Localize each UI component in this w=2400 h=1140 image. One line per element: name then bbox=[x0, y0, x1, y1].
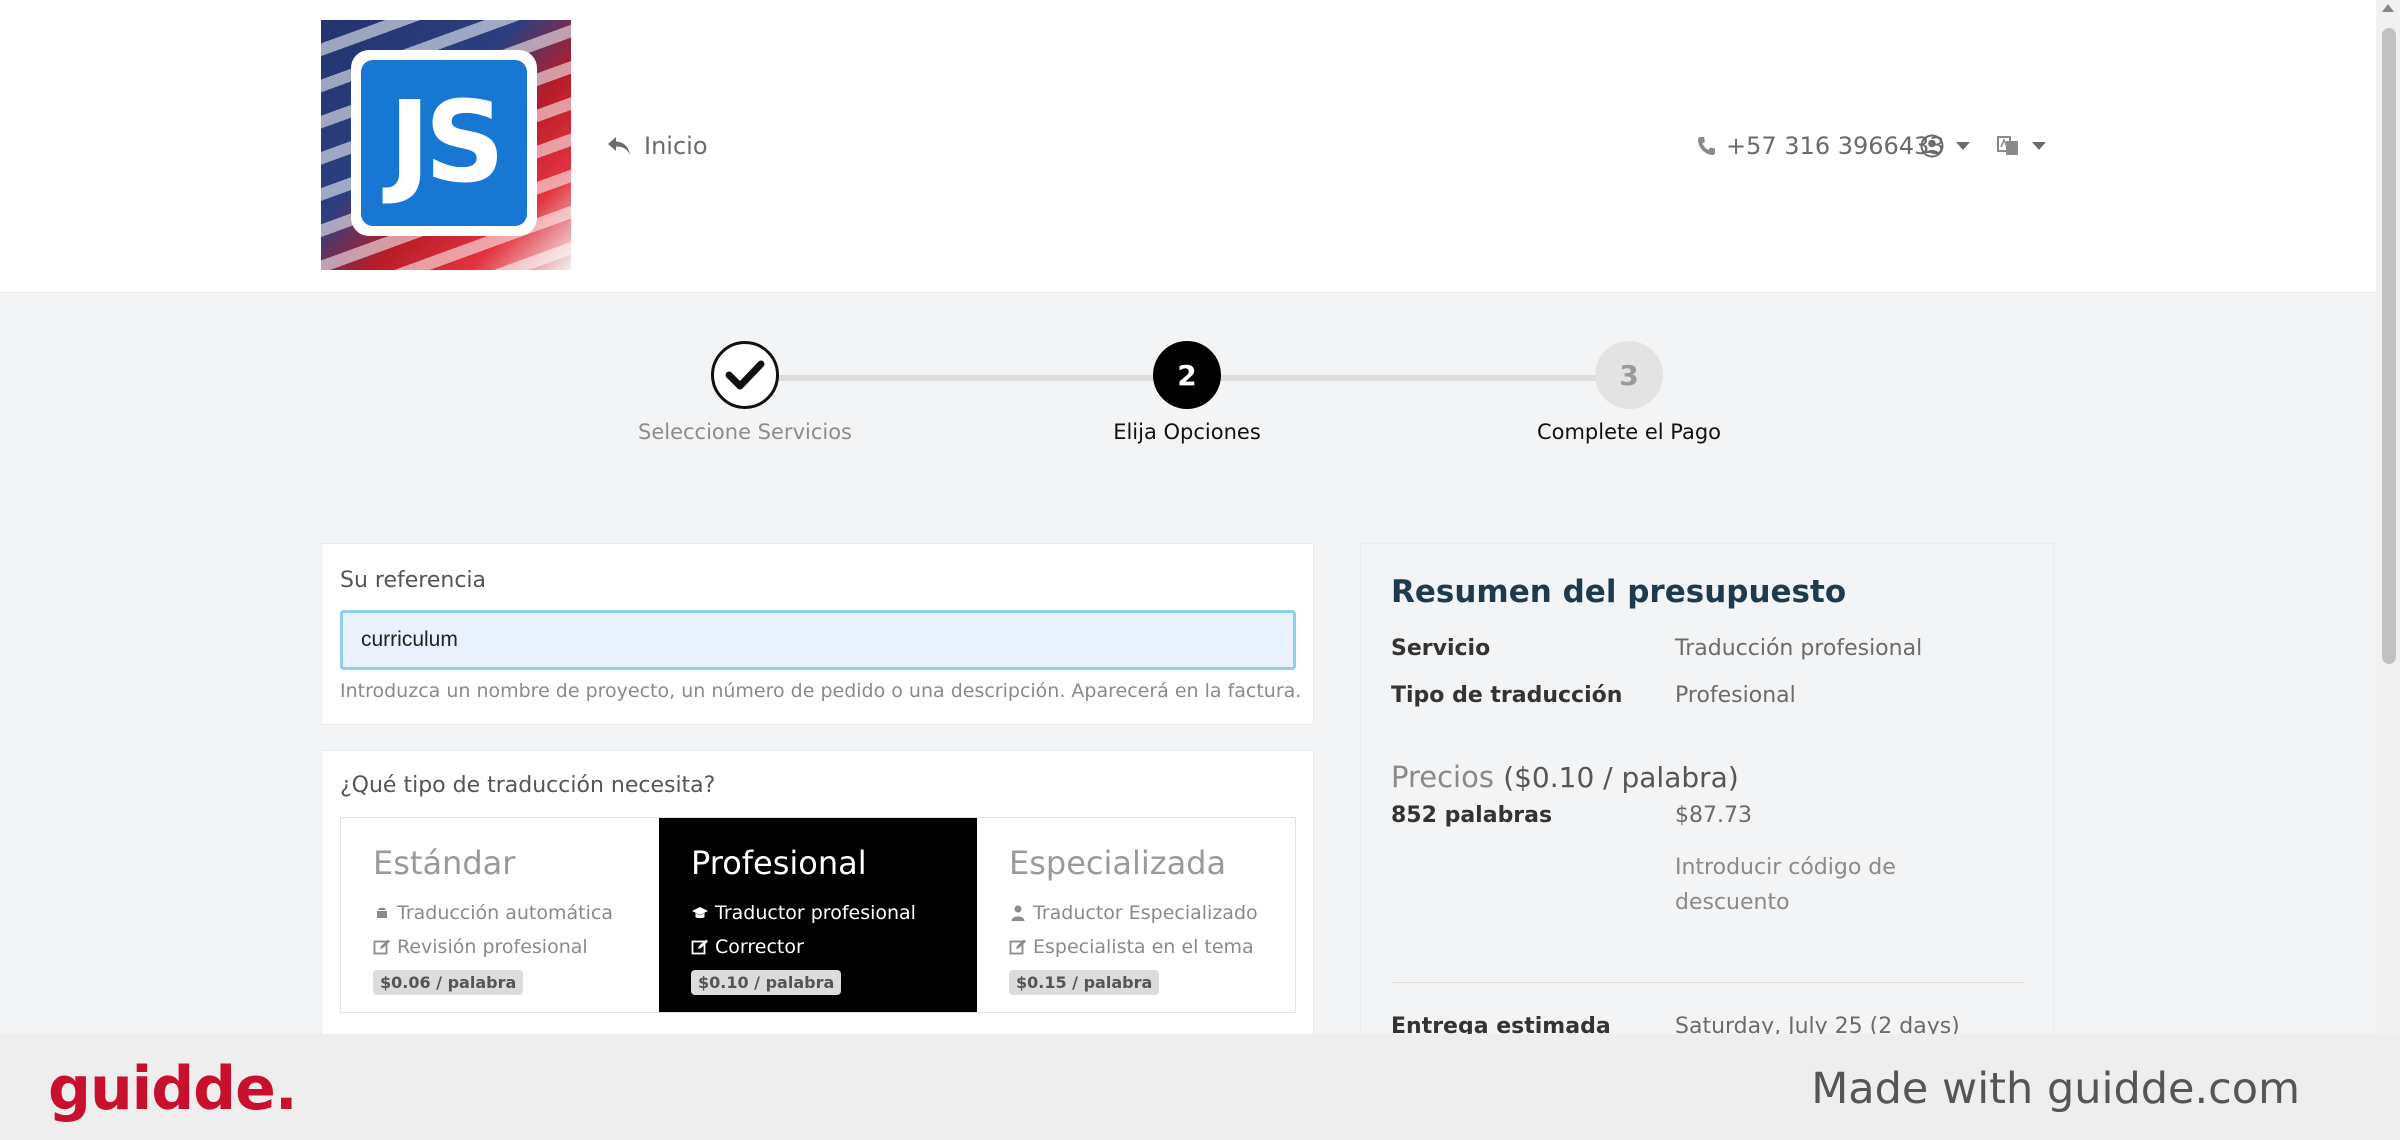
option-feature: Traductor Especializado bbox=[1009, 896, 1295, 930]
user-circle-icon bbox=[1920, 134, 1944, 158]
reference-label: Su referencia bbox=[340, 568, 487, 593]
site-header: JS Inicio +57 316 3966433 bbox=[0, 0, 2376, 293]
checkmark-icon bbox=[725, 360, 765, 390]
step-2-circle: 2 bbox=[1153, 341, 1221, 409]
translation-type-label: ¿Qué tipo de traducción necesita? bbox=[340, 773, 716, 798]
summary-value: $87.73 bbox=[1675, 803, 1752, 828]
reference-input[interactable] bbox=[340, 610, 1296, 670]
home-label: Inicio bbox=[644, 132, 708, 160]
summary-key: 852 palabras bbox=[1391, 803, 1553, 828]
price-badge: $0.06 / palabra bbox=[373, 970, 524, 995]
phone-number: +57 316 3966433 bbox=[1726, 132, 1945, 160]
prices-heading: Precios ($0.10 / palabra) bbox=[1391, 760, 1739, 794]
logo-badge: JS bbox=[351, 50, 537, 236]
edit-icon bbox=[373, 939, 390, 955]
option-feature-text: Revisión profesional bbox=[397, 936, 588, 958]
option-feature-text: Especialista en el tema bbox=[1033, 936, 1254, 958]
option-feature: Revisión profesional bbox=[373, 930, 659, 964]
language-flag-icon bbox=[1997, 136, 2018, 155]
edit-icon bbox=[691, 939, 708, 955]
translation-type-card: ¿Qué tipo de traducción necesita? Estánd… bbox=[321, 750, 1314, 1040]
option-specialized[interactable]: Especializada Traductor Especializado Es… bbox=[977, 818, 1295, 1012]
translation-options: Estándar Traducción automática Revisión … bbox=[340, 817, 1296, 1013]
option-title: Profesional bbox=[691, 844, 867, 882]
contact-phone[interactable]: +57 316 3966433 bbox=[1696, 128, 1945, 164]
company-logo[interactable]: JS bbox=[321, 20, 571, 270]
summary-value: Profesional bbox=[1675, 683, 1796, 708]
summary-key: Tipo de traducción bbox=[1391, 683, 1623, 708]
option-feature: Corrector bbox=[691, 930, 977, 964]
option-feature-text: Traductor Especializado bbox=[1033, 902, 1258, 924]
summary-divider bbox=[1391, 982, 2025, 983]
logo-text: JS bbox=[361, 60, 527, 226]
stepper-line-2 bbox=[1187, 375, 1629, 381]
option-professional[interactable]: Profesional Traductor profesional Correc… bbox=[659, 818, 977, 1012]
discount-code-link[interactable]: Introducir código de descuento bbox=[1675, 850, 1955, 920]
reference-help-text: Introduzca un nombre de proyecto, un núm… bbox=[340, 680, 1302, 702]
option-feature: Especialista en el tema bbox=[1009, 930, 1295, 964]
scrollbar-thumb[interactable] bbox=[2382, 28, 2396, 664]
summary-value: Traducción profesional bbox=[1675, 636, 1923, 661]
language-dropdown[interactable] bbox=[1996, 128, 2046, 164]
summary-key: Servicio bbox=[1391, 636, 1491, 661]
step-3-label: Complete el Pago bbox=[1536, 420, 1722, 444]
option-feature: Traducción automática bbox=[373, 896, 659, 930]
option-feature-text: Traductor profesional bbox=[715, 902, 916, 924]
step-3-circle: 3 bbox=[1595, 341, 1663, 409]
option-standard[interactable]: Estándar Traducción automática Revisión … bbox=[341, 818, 659, 1012]
quote-summary: Resumen del presupuesto Servicio Traducc… bbox=[1360, 543, 2054, 1040]
prices-label: Precios bbox=[1391, 760, 1494, 794]
chevron-down-icon bbox=[1956, 142, 1970, 150]
step-2-label: Elija Opciones bbox=[1113, 420, 1261, 444]
graduation-cap-icon bbox=[692, 907, 708, 919]
step-1-label[interactable]: Seleccione Servicios bbox=[595, 420, 895, 444]
summary-title: Resumen del presupuesto bbox=[1391, 574, 1847, 610]
option-title: Estándar bbox=[373, 844, 516, 882]
scroll-up-arrow-icon[interactable] bbox=[2382, 4, 2394, 12]
chevron-down-icon bbox=[2032, 142, 2046, 150]
reply-arrow-icon bbox=[608, 137, 630, 155]
option-feature-text: Corrector bbox=[715, 936, 804, 958]
guidde-logo: guidde. bbox=[48, 1054, 298, 1124]
page-scrollbar[interactable] bbox=[2376, 0, 2400, 1140]
option-feature: Traductor profesional bbox=[691, 896, 977, 930]
option-feature-text: Traducción automática bbox=[397, 902, 613, 924]
step-1-circle[interactable] bbox=[711, 341, 779, 409]
option-title: Especializada bbox=[1009, 844, 1227, 882]
price-badge: $0.10 / palabra bbox=[691, 970, 842, 995]
prices-rate: ($0.10 / palabra) bbox=[1503, 761, 1739, 794]
home-link[interactable]: Inicio bbox=[606, 128, 708, 164]
edit-icon bbox=[1009, 939, 1026, 955]
phone-icon bbox=[1698, 137, 1715, 155]
price-badge: $0.15 / palabra bbox=[1009, 970, 1160, 995]
made-with-text: Made with guidde.com bbox=[1811, 1064, 2300, 1114]
reference-card: Su referencia Introduzca un nombre de pr… bbox=[321, 543, 1314, 725]
guidde-footer: guidde. Made with guidde.com bbox=[0, 1034, 2400, 1140]
user-menu-dropdown[interactable] bbox=[1920, 128, 1970, 164]
android-icon bbox=[377, 907, 387, 918]
user-tie-icon bbox=[1011, 905, 1025, 921]
stepper-line-1 bbox=[745, 375, 1187, 381]
